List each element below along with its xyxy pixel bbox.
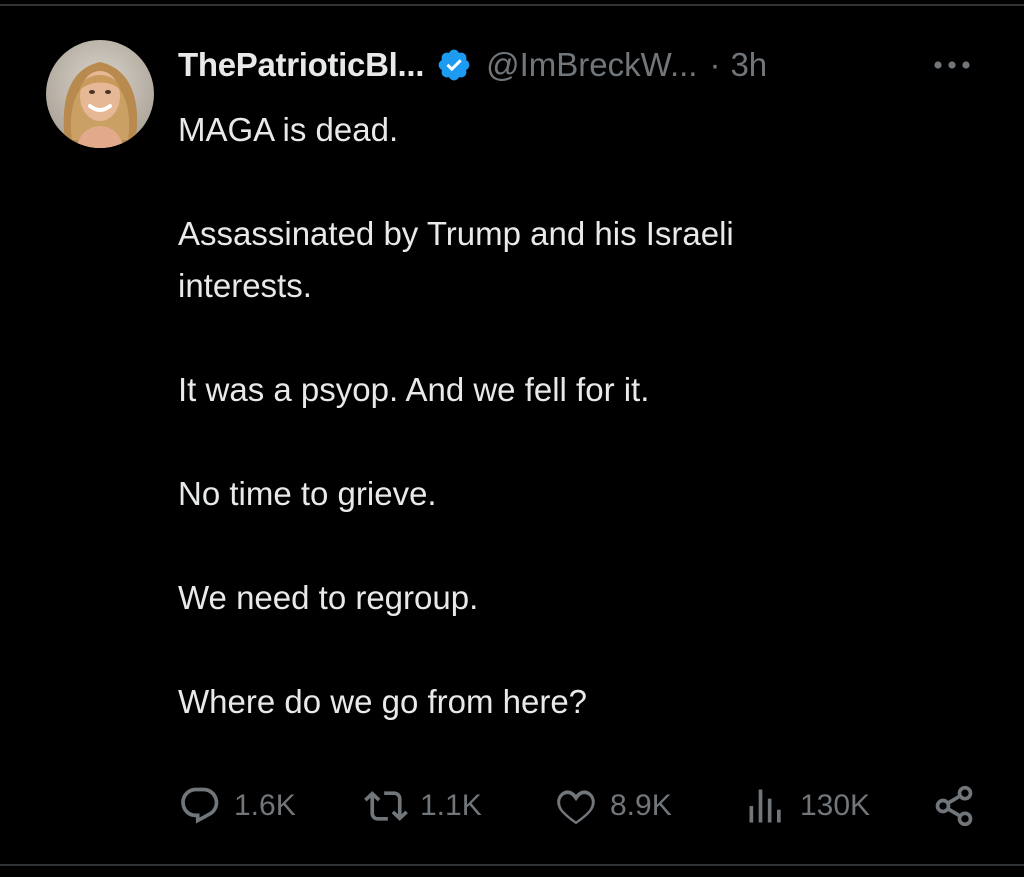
avatar[interactable] [46,40,154,148]
display-name[interactable]: ThePatrioticBl... [178,46,424,84]
reply-count: 1.6K [234,789,296,822]
heart-icon [557,790,595,825]
repost-count: 1.1K [420,789,482,822]
reply-icon [181,787,219,824]
tweet-paragraph: Assassinated by Trump and his Israeli [178,215,734,252]
top-divider [0,4,1024,6]
action-bar: 1.6K 1.1K 8.9K 130K [178,780,978,832]
reply-button[interactable]: 1.6K [178,780,296,832]
views-icon [749,789,781,823]
tweet-header: ThePatrioticBl... @ImBreckW... · 3h [178,42,767,88]
tweet-paragraph: interests. [178,267,312,304]
separator-dot: · [709,46,721,83]
tweet-paragraph: No time to grieve. [178,475,437,512]
tweet-paragraph: It was a psyop. And we fell for it. [178,371,650,408]
user-handle[interactable]: @ImBreckW... [486,46,697,84]
repost-button[interactable]: 1.1K [364,780,482,832]
bottom-divider [0,864,1024,866]
more-dots-icon [934,61,970,69]
verified-badge-icon [436,47,472,83]
tweet-paragraph: Where do we go from here? [178,683,588,720]
tweet-body: MAGA is dead. Assassinated by Trump and … [178,104,958,728]
more-options-button[interactable] [928,50,976,80]
tweet-paragraph: MAGA is dead. [178,111,399,148]
share-button[interactable] [932,780,988,832]
like-count: 8.9K [610,789,672,822]
views-count: 130K [800,789,871,822]
repost-icon [364,791,408,821]
tweet-paragraph: We need to regroup. [178,579,479,616]
share-icon [935,785,973,827]
timestamp[interactable]: 3h [730,46,767,84]
profile-photo-icon [46,40,154,148]
views-button[interactable]: 130K [744,780,870,832]
like-button[interactable]: 8.9K [554,780,672,832]
